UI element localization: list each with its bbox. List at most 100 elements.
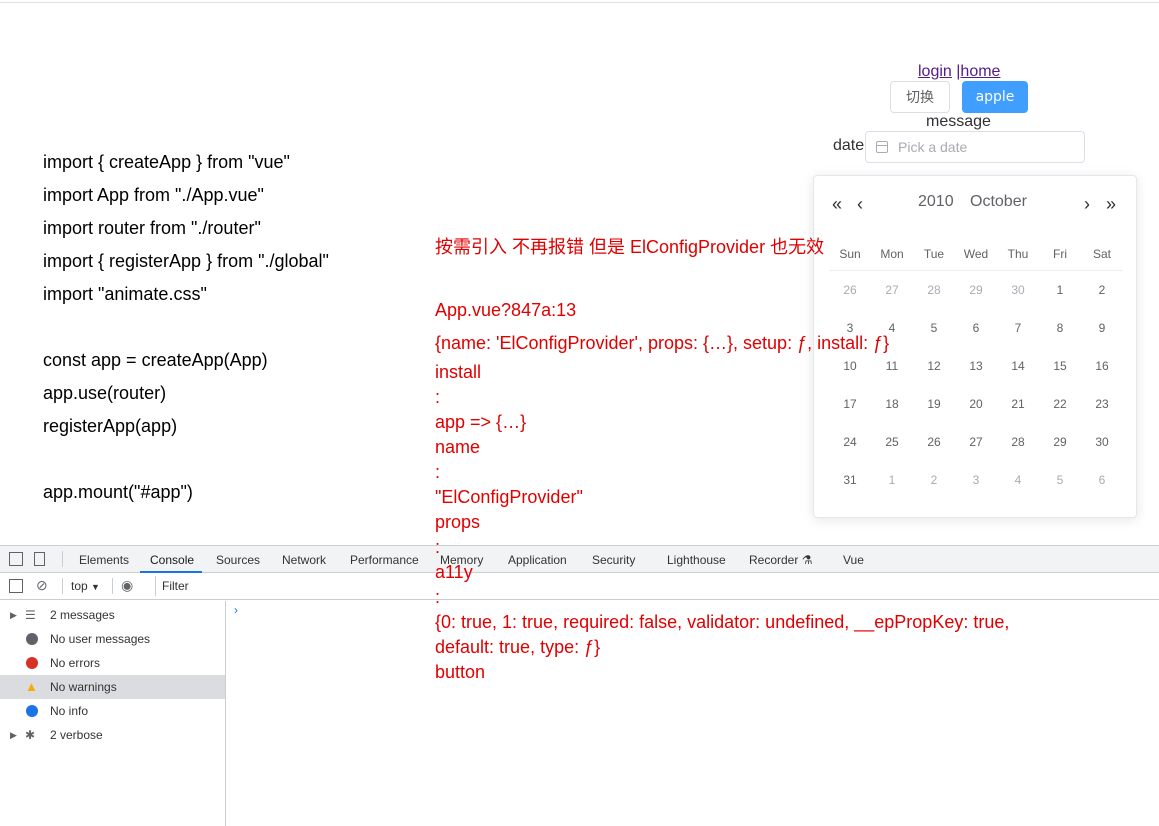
calendar-day[interactable]: 15 <box>1039 347 1081 385</box>
annotation-line: install <box>435 362 482 382</box>
tab-vue[interactable]: Vue <box>843 553 864 567</box>
tab-sources[interactable]: Sources <box>216 553 260 567</box>
code-line: import "animate.css" <box>43 284 207 304</box>
calendar-day[interactable]: 18 <box>871 385 913 423</box>
device-toolbar-icon[interactable] <box>34 552 45 566</box>
calendar-day[interactable]: 29 <box>1039 423 1081 461</box>
console-toolbar: ⊘ top ▼ ◉ Filter <box>0 573 1159 600</box>
sidebar-item-label: No info <box>50 704 89 718</box>
calendar-week-row: 24 25 26 27 28 29 30 <box>829 423 1123 461</box>
weekday-row: Sun Mon Tue Wed Thu Fri Sat <box>829 238 1123 271</box>
calendar-day[interactable]: 30 <box>997 271 1039 310</box>
date-input[interactable]: Pick a date <box>865 131 1085 163</box>
prev-month-button[interactable]: ‹ <box>857 192 863 216</box>
toggle-button[interactable]: 切换 <box>890 81 950 113</box>
tab-recorder-label: Recorder <box>749 553 799 567</box>
calendar-day[interactable]: 4 <box>997 461 1039 499</box>
annotation-line: App.vue?847a:13 <box>435 300 577 320</box>
console-prompt[interactable]: › <box>234 603 238 617</box>
sidebar-item-user-messages[interactable]: No user messages <box>0 627 225 651</box>
calendar-day[interactable]: 16 <box>1081 347 1123 385</box>
clear-console-icon[interactable]: ⊘ <box>36 577 48 594</box>
calendar-week-row: 17 18 19 20 21 22 23 <box>829 385 1123 423</box>
tab-console[interactable]: Console <box>150 553 194 567</box>
calendar-day[interactable]: 1 <box>1039 271 1081 310</box>
calendar-day[interactable]: 2 <box>913 461 955 499</box>
next-year-button[interactable]: » <box>1106 192 1116 216</box>
calendar-day[interactable]: 9 <box>1081 309 1123 347</box>
annotation-title: 按需引入 不再报错 但是 ElConfigProvider 也无效 <box>435 237 825 257</box>
inspect-icon[interactable] <box>9 552 23 566</box>
calendar-day[interactable]: 5 <box>1039 461 1081 499</box>
code-line: import App from "./App.vue" <box>43 185 264 205</box>
calendar-day[interactable]: 2 <box>1081 271 1123 310</box>
calendar-day[interactable]: 12 <box>913 347 955 385</box>
month-label[interactable]: October <box>970 193 1027 211</box>
expand-icon: ▶ <box>10 610 17 620</box>
weekday-header: Sun <box>829 238 871 271</box>
calendar-day[interactable]: 28 <box>997 423 1039 461</box>
calendar-day[interactable]: 6 <box>1081 461 1123 499</box>
tab-security[interactable]: Security <box>592 553 635 567</box>
annotation-line: app => {…} <box>435 412 527 432</box>
annotation-line: : <box>435 537 441 557</box>
tab-network[interactable]: Network <box>282 553 326 567</box>
calendar-day[interactable]: 5 <box>913 309 955 347</box>
calendar-day[interactable]: 13 <box>955 347 997 385</box>
sidebar-item-info[interactable]: No info <box>0 699 225 723</box>
year-label[interactable]: 2010 <box>918 193 954 211</box>
sidebar-item-messages[interactable]: ▶ ☰ 2 messages <box>0 603 225 627</box>
tab-lighthouse[interactable]: Lighthouse <box>667 553 726 567</box>
calendar-day[interactable]: 22 <box>1039 385 1081 423</box>
weekday-header: Tue <box>913 238 955 271</box>
home-link[interactable]: home <box>960 63 1000 80</box>
calendar-day[interactable]: 14 <box>997 347 1039 385</box>
filter-input[interactable]: Filter <box>155 576 1159 596</box>
calendar-day[interactable]: 25 <box>871 423 913 461</box>
tab-elements[interactable]: Elements <box>79 553 129 567</box>
eye-icon[interactable]: ◉ <box>121 577 133 594</box>
sidebar-item-label: No errors <box>50 656 101 670</box>
tab-application[interactable]: Application <box>508 553 567 567</box>
calendar-day[interactable]: 27 <box>871 271 913 310</box>
next-month-button[interactable]: › <box>1084 192 1090 216</box>
sidebar-item-label: 2 verbose <box>50 728 103 742</box>
calendar-day[interactable]: 19 <box>913 385 955 423</box>
apple-button[interactable]: apple <box>962 81 1028 113</box>
calendar-day[interactable]: 6 <box>955 309 997 347</box>
devtools-panel: Elements Console Sources Network Perform… <box>0 545 1159 826</box>
calendar-day[interactable]: 3 <box>955 461 997 499</box>
calendar-day[interactable]: 17 <box>829 385 871 423</box>
calendar-day[interactable]: 24 <box>829 423 871 461</box>
calendar-day[interactable]: 30 <box>1081 423 1123 461</box>
calendar-day[interactable]: 1 <box>871 461 913 499</box>
calendar-day[interactable]: 27 <box>955 423 997 461</box>
sidebar-item-errors[interactable]: No errors <box>0 651 225 675</box>
sidebar-item-warnings[interactable]: ▲ No warnings <box>0 675 225 699</box>
calendar-day[interactable]: 8 <box>1039 309 1081 347</box>
sidebar-toggle-icon[interactable] <box>9 579 23 593</box>
calendar-day[interactable]: 21 <box>997 385 1039 423</box>
prev-year-button[interactable]: « <box>832 192 842 216</box>
context-selector[interactable]: top ▼ <box>71 579 100 593</box>
annotation-line: : <box>435 387 441 407</box>
tab-recorder[interactable]: Recorder ⚗ <box>749 553 812 567</box>
annotation-line: : <box>435 587 441 607</box>
calendar-day[interactable]: 31 <box>829 461 871 499</box>
annotation-line: button <box>435 662 486 682</box>
calendar-body: 26 27 28 29 30 1 2 3 4 5 6 7 8 9 10 11 12 13 14 15 16 17 18 19 2… <box>829 271 1123 500</box>
sidebar-item-verbose[interactable]: ▶ ✱ 2 verbose <box>0 723 225 747</box>
login-link[interactable]: login <box>918 63 952 80</box>
calendar-day[interactable]: 26 <box>829 271 871 310</box>
calendar-day[interactable]: 23 <box>1081 385 1123 423</box>
calendar-day[interactable]: 29 <box>955 271 997 310</box>
calendar-day[interactable]: 7 <box>997 309 1039 347</box>
calendar-day[interactable]: 26 <box>913 423 955 461</box>
sidebar-item-label: 2 messages <box>50 608 115 622</box>
calendar-day[interactable]: 28 <box>913 271 955 310</box>
calendar-day[interactable]: 20 <box>955 385 997 423</box>
tab-performance[interactable]: Performance <box>350 553 419 567</box>
annotation-line: "ElConfigProvider" <box>435 487 583 507</box>
annotation-line: {name: 'ElConfigProvider', props: {…}, s… <box>435 333 890 353</box>
annotation-line: props <box>435 512 481 532</box>
